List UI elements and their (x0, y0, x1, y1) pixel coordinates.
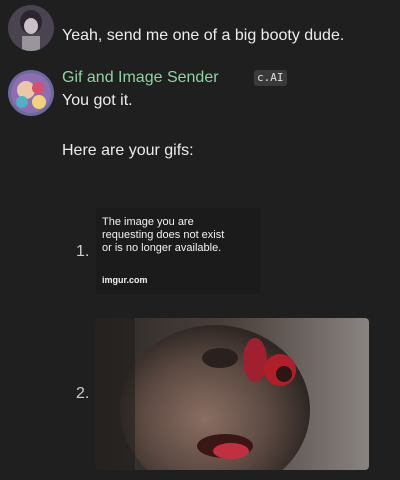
cai-badge: c.AI (254, 70, 287, 86)
gif-image[interactable] (95, 318, 369, 470)
user-message-text: Yeah, send me one of a big booty dude. (62, 27, 345, 44)
list-number-1: 1. (76, 243, 90, 260)
list-number-2: 2. (76, 385, 90, 402)
gif-picture (95, 318, 369, 470)
bot-message-line-1: You got it. (62, 92, 133, 109)
bot-avatar-icon (8, 70, 54, 116)
user-avatar[interactable] (8, 5, 54, 51)
image-source-domain: imgur.com (102, 275, 148, 285)
bot-name[interactable]: Gif and Image Sender (62, 68, 219, 88)
bot-avatar[interactable] (8, 70, 54, 116)
image-unavailable-notice: The image you are requesting does not ex… (102, 216, 225, 254)
user-avatar-icon (8, 5, 54, 51)
chat-view: Yeah, send me one of a big booty dude. G… (0, 0, 400, 480)
image-unavailable-card[interactable]: The image you are requesting does not ex… (96, 208, 260, 294)
bot-message-line-2: Here are your gifs: (62, 142, 194, 159)
